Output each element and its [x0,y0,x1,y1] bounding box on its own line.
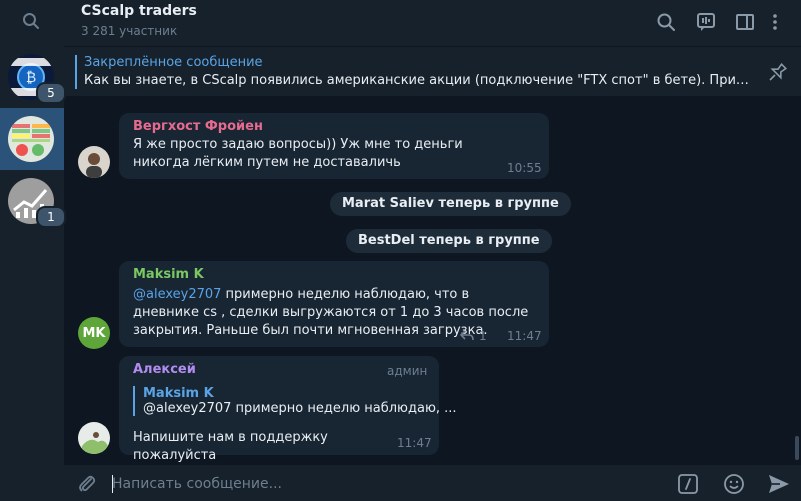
reply-quote[interactable]: Maksim K @alexey2707 примерно неделю наб… [133,386,457,416]
emoji-icon[interactable] [721,471,747,497]
chat-item-stock-chat[interactable]: 1 [0,170,66,232]
more-vertical-icon[interactable] [762,9,788,35]
pinned-accent-bar [75,55,77,89]
message-feed[interactable]: Вергхост Фройен Я же просто задаю вопрос… [64,96,801,465]
message-bubble[interactable]: Maksim K @alexey2707 примерно неделю наб… [119,261,549,347]
search-icon[interactable] [20,10,42,32]
message-author[interactable]: Алексей [133,362,196,377]
pinned-text: Как вы знаете, в CScalp появились америк… [84,73,754,88]
pinned-message-bar[interactable]: Закреплённое сообщение Как вы знаете, в … [64,46,801,96]
bot-commands-icon[interactable] [675,471,701,497]
reply-text: @alexey2707 примерно неделю наблюдаю, ..… [143,401,457,416]
message-input[interactable] [112,472,672,496]
chat-list-rail: ₿ 5 1 [0,0,66,501]
unpin-icon[interactable] [766,60,790,84]
service-message: Marat Saliev теперь в группе [330,192,571,216]
pinned-title: Закреплённое сообщение [84,55,263,70]
message-text: Напишите нам в поддержку пожалуйста [133,430,328,463]
avatar[interactable]: MK [78,317,110,349]
reply-count[interactable]: 1 [479,329,487,343]
avatar[interactable] [78,422,110,454]
chat-item-cscalp-traders[interactable] [0,108,64,170]
send-icon[interactable] [766,471,792,497]
unread-badge: 1 [36,206,66,228]
message-bubble[interactable]: Вергхост Фройен Я же просто задаю вопрос… [119,113,549,179]
attach-icon[interactable] [74,471,100,497]
avatar[interactable] [78,146,110,178]
unread-badge: 5 [36,82,66,104]
scrollbar-thumb[interactable] [795,436,799,460]
message-author[interactable]: Вергхост Фройен [133,119,263,134]
message-text: Я же просто задаю вопросы)) Уж мне то де… [133,137,463,170]
sidebar-toggle-icon[interactable] [732,9,758,35]
telegram-window: ₿ 5 1 CScalp traders 3 281 участник Закр… [0,0,801,501]
svg-text:₿: ₿ [26,70,36,86]
message-time: 11:47 [397,436,432,450]
service-message: BestDel теперь в группе [346,229,552,253]
chat-item-crypto-chat[interactable]: ₿ 5 [0,46,66,108]
message-time: 11:47 [507,329,542,343]
reply-arrow-icon[interactable] [459,328,475,342]
chat-title[interactable]: CScalp traders [81,3,197,19]
message-composer [64,465,801,501]
member-count: 3 281 участник [81,24,178,38]
search-icon[interactable] [653,9,679,35]
message-bubble[interactable]: Алексей админ Maksim K @alexey2707 приме… [119,356,457,463]
message-author[interactable]: Maksim K [133,267,204,282]
admin-badge: админ [387,364,428,378]
chat-header: CScalp traders 3 281 участник [64,0,801,46]
chat-avatar [8,116,54,162]
mention-link[interactable]: @alexey2707 [133,287,221,302]
message-time: 10:55 [507,161,542,175]
voice-chat-icon[interactable] [693,9,719,35]
reply-author: Maksim K [143,386,214,401]
